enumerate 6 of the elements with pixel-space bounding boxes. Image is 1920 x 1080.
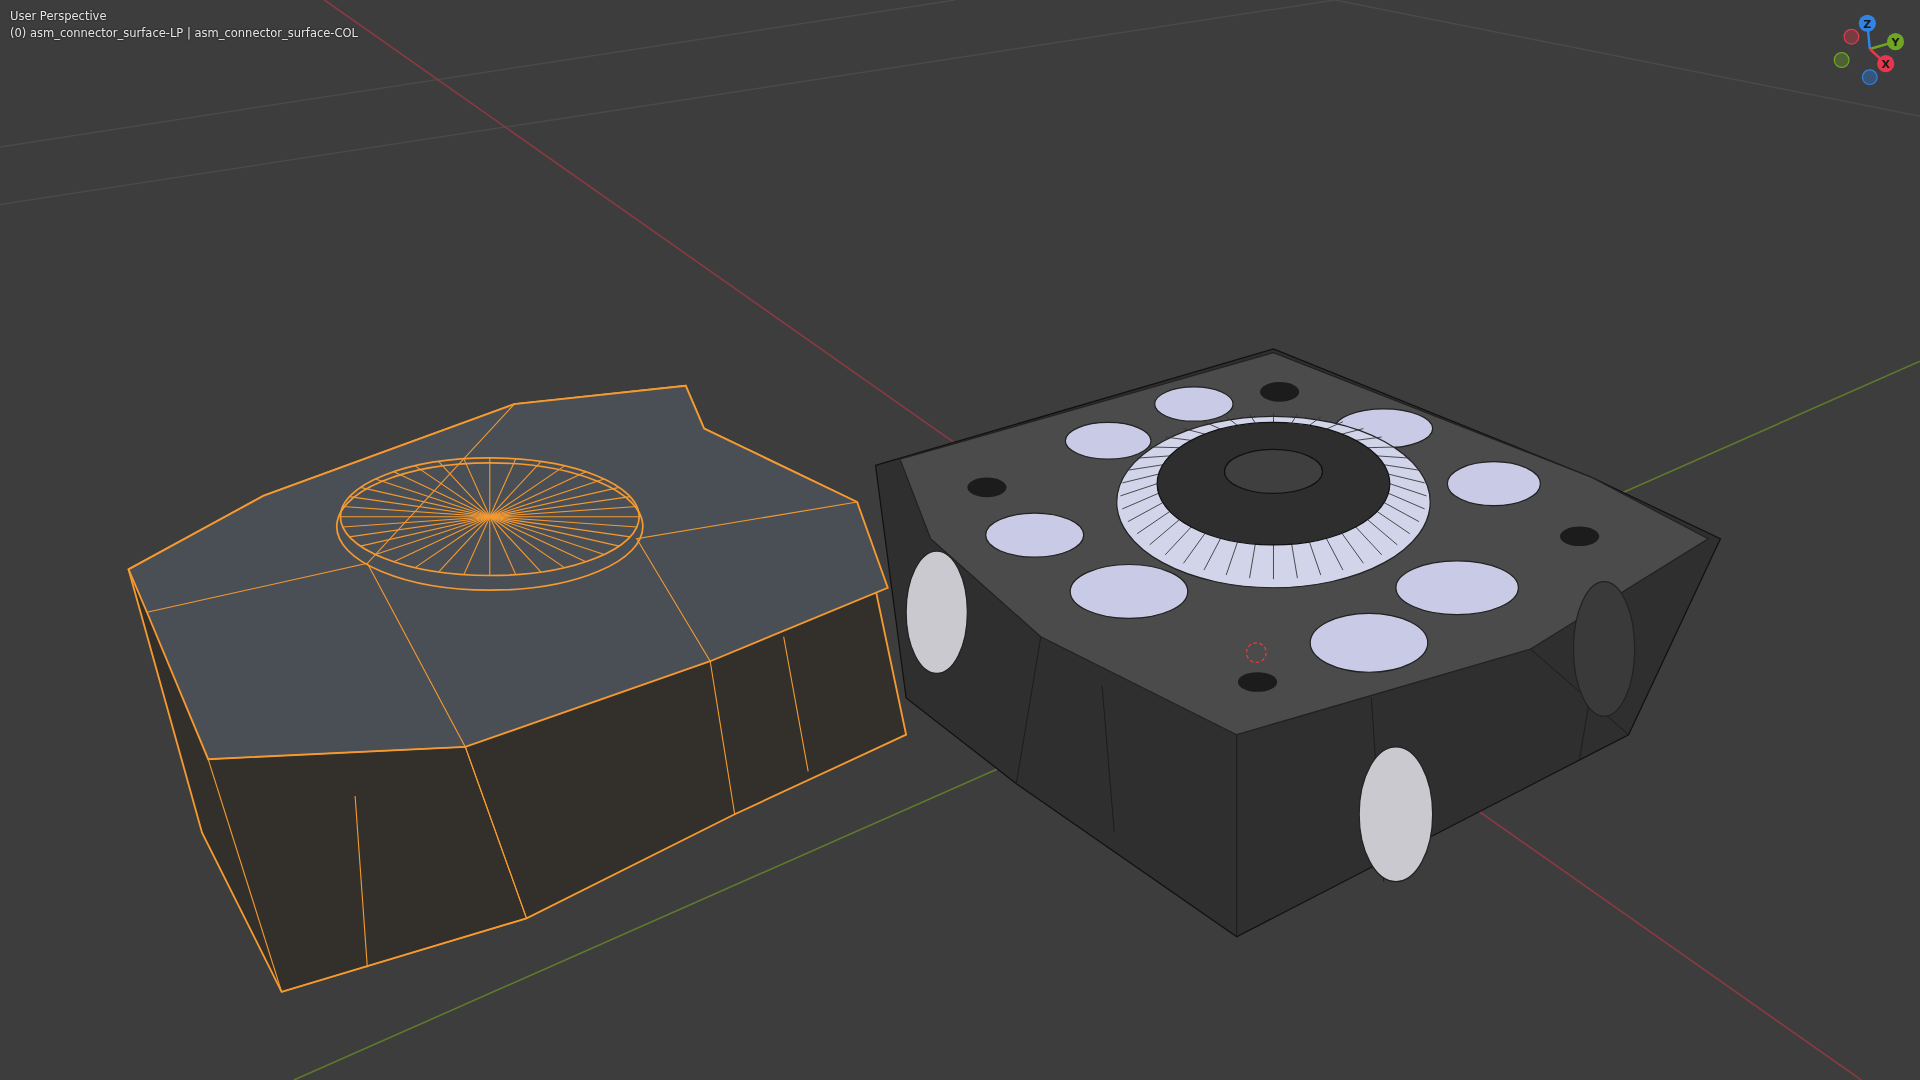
wireframe-model-drawing[interactable] [127, 384, 908, 993]
3d-viewport[interactable]: Z Y X User Perspective (0) asm_connector_surface-LP | asm_connector_surface-COL [0, 0, 1920, 1080]
view-name: User Perspective [10, 9, 108, 23]
object-info: (0) asm_connector_surface-LP | asm_connector_surface-COL [10, 26, 358, 40]
navigation-gizmo[interactable]: Z Y X [1833, 14, 1905, 86]
shaded-model-drawing[interactable] [874, 348, 1722, 938]
